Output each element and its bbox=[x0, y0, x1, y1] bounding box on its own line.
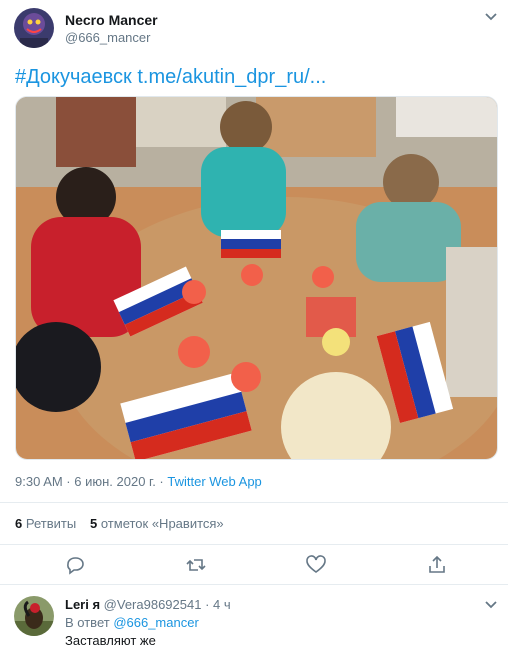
retweet-icon[interactable] bbox=[185, 554, 207, 576]
author-avatar[interactable] bbox=[14, 8, 54, 48]
like-icon[interactable] bbox=[305, 554, 327, 576]
likes-label: отметок «Нравится» bbox=[100, 516, 224, 531]
reply-icon[interactable] bbox=[64, 554, 86, 576]
tweet-timestamp[interactable]: 9:30 AM · 6 июн. 2020 г. · bbox=[15, 474, 167, 489]
flag-drawing bbox=[221, 230, 281, 258]
reply-author-avatar[interactable] bbox=[14, 596, 54, 636]
retweets-label: Ретвиты bbox=[25, 516, 77, 531]
more-options-chevron-icon[interactable] bbox=[484, 12, 498, 22]
reply-author-handle[interactable]: @Vera98692541 bbox=[104, 597, 202, 612]
divider bbox=[0, 502, 508, 503]
tweet-text-link[interactable]: #Докучаевск t.me/akutin_dpr_ru/... bbox=[15, 66, 326, 89]
reply-to-handle[interactable]: @666_mancer bbox=[113, 615, 198, 630]
reply-to-prefix: В ответ bbox=[65, 615, 114, 630]
retweets-stat[interactable]: 6 Ретвиты bbox=[15, 516, 76, 531]
divider bbox=[0, 544, 508, 545]
likes-stat[interactable]: 5 отметок «Нравится» bbox=[90, 516, 224, 531]
tweet-photo[interactable] bbox=[15, 96, 498, 460]
reply-time[interactable]: · 4 ч bbox=[201, 597, 231, 612]
photo-illustration bbox=[16, 97, 497, 459]
reply-author-name[interactable]: Leri я bbox=[65, 597, 100, 612]
author-handle[interactable]: @666_mancer bbox=[65, 30, 150, 45]
retweets-count: 6 bbox=[15, 516, 23, 531]
avatar-image bbox=[14, 8, 54, 48]
author-name[interactable]: Necro Mancer bbox=[65, 12, 158, 28]
reply-avatar-image bbox=[14, 596, 54, 636]
reply-text: Заставляют же bbox=[65, 633, 156, 648]
share-icon[interactable] bbox=[426, 554, 448, 576]
divider bbox=[0, 584, 508, 585]
reply-more-options-chevron-icon[interactable] bbox=[484, 600, 498, 610]
tweet-meta: 9:30 AM · 6 июн. 2020 г. · Twitter Web A… bbox=[15, 474, 262, 489]
reply-header: Leri я @Vera98692541 · 4 ч bbox=[65, 597, 231, 612]
likes-count: 5 bbox=[90, 516, 98, 531]
reply-to-line: В ответ @666_mancer bbox=[65, 615, 199, 630]
tweet-source-link[interactable]: Twitter Web App bbox=[167, 474, 261, 489]
